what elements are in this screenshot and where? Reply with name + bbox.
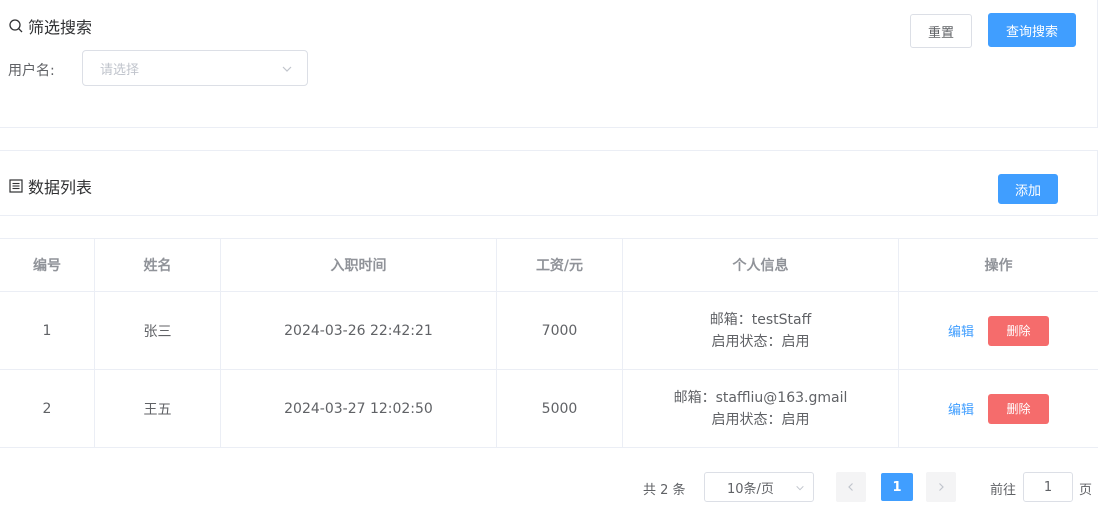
search-button[interactable]: 查询搜索	[988, 13, 1076, 47]
header-id[interactable]: 编号	[0, 239, 95, 291]
cell-personal-info: 邮箱：staffliu@163.gmail 启用状态：启用	[623, 370, 899, 447]
staff-table: 编号 姓名 入职时间 工资/元 个人信息 操作 1 张三 2024-03-26 …	[0, 238, 1098, 448]
page-size-select[interactable]: 10条/页	[704, 472, 814, 502]
list-panel: 数据列表 添加	[0, 150, 1098, 216]
cell-hire-time: 2024-03-27 12:02:50	[221, 370, 497, 447]
table-row: 2 王五 2024-03-27 12:02:50 5000 邮箱：staffli…	[0, 370, 1098, 448]
cell-email: 邮箱：staffliu@163.gmail	[673, 389, 848, 406]
cell-status: 启用状态：启用	[711, 333, 810, 350]
delete-button[interactable]: 删除	[988, 393, 1049, 424]
delete-button[interactable]: 删除	[988, 315, 1049, 346]
page-number-current[interactable]: 1	[881, 473, 913, 501]
goto-label: 前往	[990, 483, 1017, 498]
cell-actions: 编辑 删除	[899, 292, 1098, 369]
list-panel-title: 数据列表	[8, 174, 92, 198]
cell-salary: 7000	[497, 292, 623, 369]
page-size-value: 10条/页	[727, 481, 774, 497]
header-personal-info[interactable]: 个人信息	[623, 239, 899, 291]
table-row: 1 张三 2024-03-26 22:42:21 7000 邮箱：testSta…	[0, 292, 1098, 370]
cell-name: 张三	[95, 292, 221, 369]
header-hire-time[interactable]: 入职时间	[221, 239, 497, 291]
header-actions: 操作	[984, 258, 1013, 274]
chevron-right-icon	[939, 483, 944, 491]
chevron-left-icon	[848, 483, 853, 491]
goto-unit-label: 页	[1079, 483, 1093, 498]
edit-button[interactable]: 编辑	[948, 321, 974, 340]
header-salary[interactable]: 工资/元	[497, 239, 623, 291]
header-name[interactable]: 姓名	[95, 239, 221, 291]
search-panel-title-text: 筛选搜索	[28, 18, 93, 37]
cell-personal-info: 邮箱：testStaff 启用状态：启用	[623, 292, 899, 369]
list-icon	[9, 179, 23, 193]
chevron-down-icon	[796, 485, 804, 491]
cell-email: 邮箱：testStaff	[709, 311, 812, 328]
goto-page-input[interactable]: 1	[1023, 472, 1073, 502]
add-button[interactable]: 添加	[998, 174, 1058, 204]
search-icon	[9, 19, 23, 33]
search-panel: 筛选搜索 重置 查询搜索 用户名: 请选择	[0, 0, 1098, 128]
cell-salary: 5000	[497, 370, 623, 447]
cell-actions: 编辑 删除	[899, 370, 1098, 447]
prev-page-button[interactable]	[836, 472, 866, 502]
cell-id: 2	[0, 370, 95, 447]
table-header: 编号 姓名 入职时间 工资/元 个人信息 操作	[0, 239, 1098, 292]
cell-name: 王五	[95, 370, 221, 447]
cell-hire-time: 2024-03-26 22:42:21	[221, 292, 497, 369]
cell-status: 启用状态：启用	[711, 411, 810, 428]
search-panel-title: 筛选搜索	[8, 14, 92, 38]
edit-button[interactable]: 编辑	[948, 399, 974, 418]
pagination-total: 共 2 条	[643, 483, 686, 498]
username-select-placeholder: 请选择	[100, 62, 140, 78]
username-label: 用户名:	[8, 63, 55, 79]
cell-id: 1	[0, 292, 95, 369]
list-panel-title-text: 数据列表	[28, 178, 93, 197]
username-select[interactable]: 请选择	[82, 50, 308, 86]
next-page-button[interactable]	[926, 472, 956, 502]
pagination: 共 2 条 10条/页 1 前往 1 页	[0, 472, 1098, 504]
chevron-down-icon	[282, 66, 292, 72]
reset-button[interactable]: 重置	[910, 14, 972, 48]
